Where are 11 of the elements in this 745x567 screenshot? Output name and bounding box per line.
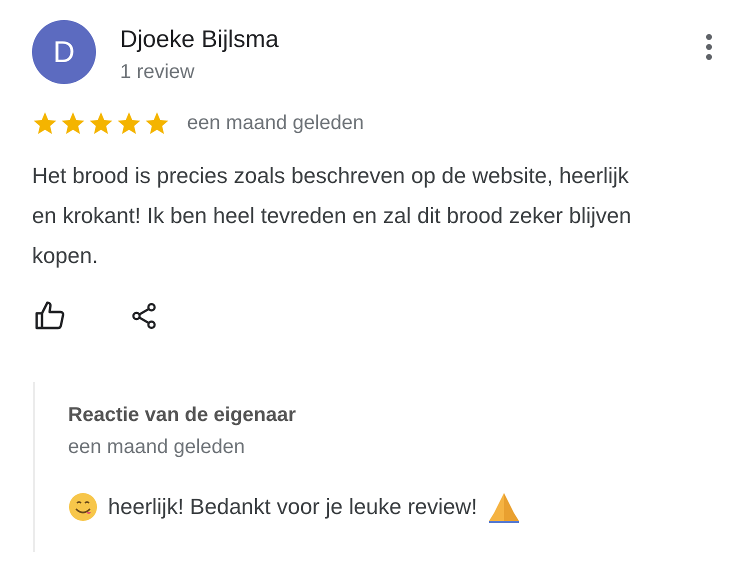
thumbs-up-icon[interactable] — [33, 300, 67, 332]
reply-time: een maand geleden — [68, 435, 246, 460]
reply-text: heerlijk! Bedankt voor je leuke review! — [108, 493, 478, 521]
smiley-face-icon — [68, 492, 98, 522]
review-text: Het brood is precies zoals beschreven op de website, heerlijk en krokant! Ik ben heel tevreden en zal dit brood zeker blijven kopen. — [32, 162, 632, 270]
review-time: een maand geleden — [187, 111, 364, 136]
avatar: D — [32, 20, 96, 84]
reply-title: Reactie van de eigenaar — [68, 403, 297, 428]
more-options-icon[interactable] — [705, 34, 713, 60]
review-count: 1 review — [120, 60, 196, 85]
reviewer-name[interactable]: Djoeke Bijlsma — [120, 25, 705, 55]
